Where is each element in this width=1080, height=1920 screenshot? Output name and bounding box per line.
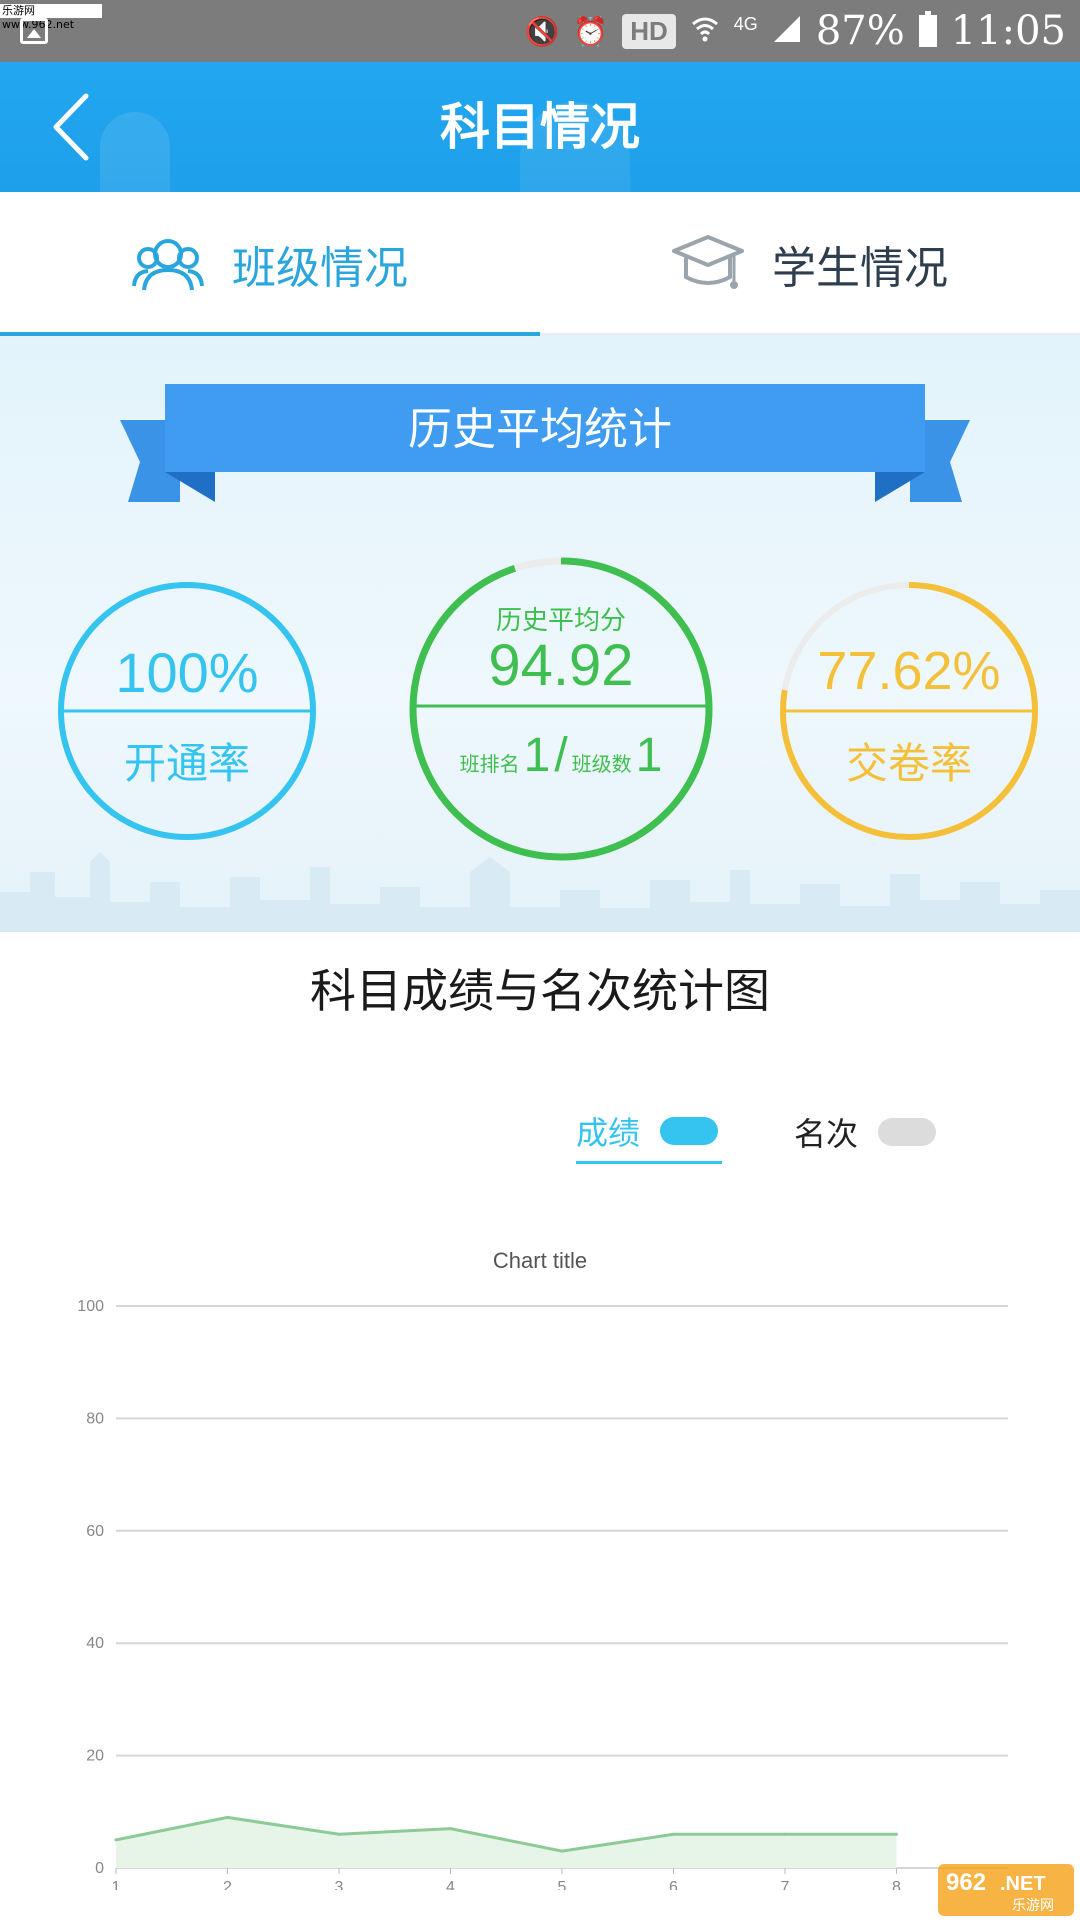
y-tick-label: 20: [86, 1748, 104, 1765]
open-rate-value: 100%: [115, 641, 259, 704]
watermark-logo-suffix: .NET: [1000, 1873, 1046, 1895]
data-point: [337, 1832, 341, 1836]
chevron-left-icon: [53, 93, 89, 161]
data-point: [895, 1832, 898, 1836]
y-tick-label: 100: [77, 1298, 104, 1315]
tab-class-status[interactable]: 班级情况: [0, 192, 540, 336]
y-tick-label: 60: [86, 1523, 104, 1540]
x-tick-label: 8: [892, 1879, 901, 1890]
wifi-icon: [690, 13, 720, 50]
average-score-gauge: 历史平均分 94.92 班排名 1 / 班级数 1: [408, 556, 714, 862]
open-rate-gauge: 100% 开通率: [56, 580, 318, 842]
legend-rank-label: 名次: [794, 1115, 859, 1153]
tab-label: 班级情况: [232, 243, 408, 294]
legend-score-label: 成绩: [576, 1113, 641, 1152]
data-point: [672, 1832, 675, 1836]
page-title: 科目情况: [440, 98, 640, 156]
watermark-logo-text: 乐游网: [1012, 1898, 1054, 1914]
series-area: [116, 1817, 897, 1868]
score-area-chart: 0 20 40 60 80 100 1 2 3 4 5 6 7 8: [77, 1298, 1008, 1890]
class-rank-value: 1: [523, 729, 551, 782]
graduation-cap-icon: [672, 235, 744, 289]
y-tick-label: 0: [95, 1860, 104, 1877]
x-tick-label: 6: [669, 1879, 678, 1890]
data-point: [226, 1815, 229, 1819]
alarm-icon: ⏰: [573, 14, 609, 48]
stats-panel: 历史平均统计 100% 开通率 历史平均分 94.92 班排名 1 / 班级数 …: [0, 336, 1080, 932]
class-count-label: 班级数: [571, 752, 632, 776]
submit-rate-value: 77.62%: [817, 641, 1001, 701]
status-bar: 乐游网 www.962.net 🔇 ⏰ HD 4G 87% 11:05: [0, 0, 1080, 62]
x-tick-label: 1: [112, 1879, 121, 1890]
app-header: 科目情况: [0, 62, 1080, 192]
site-watermark-logo: 962 .NET 乐游网: [938, 1864, 1074, 1916]
legend-score-swatch: [660, 1116, 719, 1145]
y-tick-label: 40: [86, 1635, 104, 1652]
clock: 11:05: [950, 8, 1066, 54]
tab-label: 学生情况: [772, 243, 948, 294]
network-type-label: 4G: [733, 14, 758, 34]
chart-title: Chart title: [492, 1248, 588, 1273]
hd-badge: HD: [622, 13, 676, 49]
x-tick-label: 2: [223, 1879, 232, 1890]
y-tick-label: 80: [86, 1410, 104, 1427]
open-rate-label: 开通率: [123, 739, 250, 788]
x-tick-label: 3: [335, 1879, 344, 1890]
rank-separator: /: [554, 729, 568, 782]
legend-rank-swatch: [878, 1118, 937, 1146]
tab-student-status[interactable]: 学生情况: [540, 192, 1080, 336]
average-score-value: 94.92: [488, 633, 634, 698]
legend-score-toggle[interactable]: 成绩: [576, 1100, 722, 1164]
gallery-notification-icon: [20, 18, 48, 44]
back-button[interactable]: [46, 90, 106, 164]
class-count-value: 1: [635, 729, 663, 782]
submit-rate-label: 交卷率: [845, 739, 972, 788]
legend-rank-toggle[interactable]: 名次: [794, 1100, 937, 1164]
tab-bar: 班级情况 学生情况: [0, 192, 1080, 336]
submit-rate-gauge: 77.62% 交卷率: [778, 580, 1040, 842]
data-point: [783, 1832, 787, 1836]
x-tick-label: 5: [558, 1879, 567, 1890]
data-point: [560, 1849, 564, 1853]
vibrate-mute-icon: 🔇: [524, 14, 560, 48]
watermark-text: 乐游网 www.962.net: [0, 4, 102, 31]
signal-icon: [772, 8, 802, 54]
data-point: [114, 1838, 118, 1842]
class-rank-label: 班排名: [459, 752, 520, 776]
banner-title: 历史平均统计: [408, 404, 672, 455]
rank-summary: 班排名 1 / 班级数 1: [408, 728, 714, 783]
x-tick-label: 4: [446, 1879, 455, 1890]
battery-percent: 87%: [815, 8, 905, 54]
chart-section-title: 科目成绩与名次统计图: [310, 964, 770, 1018]
status-icons: 🔇 ⏰ HD 4G 87% 11:05: [524, 0, 1066, 62]
battery-icon: [918, 11, 937, 47]
watermark-logo-number: 962: [946, 1869, 986, 1896]
data-point: [449, 1827, 452, 1831]
x-tick-label: 7: [781, 1879, 790, 1890]
group-icon: [132, 239, 204, 291]
